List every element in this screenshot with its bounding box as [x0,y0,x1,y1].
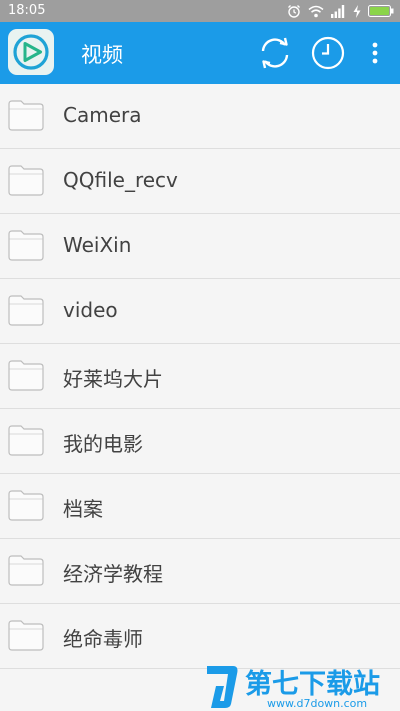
folder-item[interactable]: QQfile_recv [0,149,400,214]
app-bar: 视频 [0,22,400,84]
status-icons [287,3,394,19]
folder-name: 好莱坞大片 [63,367,163,391]
folder-name: 绝命毒师 [63,627,143,651]
folder-list: Camera QQfile_recv WeiXin video 好莱坞大片 我的… [0,84,400,669]
folder-icon [8,555,44,586]
more-menu-button[interactable] [364,35,386,71]
watermark-logo: 第七下载站 www.d7down.com [203,662,397,710]
folder-name: 档案 [63,497,103,521]
folder-item[interactable]: 我的电影 [0,409,400,474]
folder-item[interactable]: 好莱坞大片 [0,344,400,409]
folder-item[interactable]: 档案 [0,474,400,539]
clock-icon [311,36,345,70]
folder-icon [8,425,44,456]
folder-icon [8,100,44,131]
folder-name: video [63,298,118,322]
watermark-brand: 第七下载站 [245,668,380,700]
folder-icon [8,620,44,651]
folder-name: Camera [63,103,142,127]
watermark-url: www.d7down.com [267,697,367,710]
wifi-icon [308,5,324,18]
folder-item[interactable]: 经济学教程 [0,539,400,604]
page-title: 视频 [81,43,123,67]
folder-item[interactable]: WeiXin [0,214,400,279]
folder-icon [8,490,44,521]
alarm-icon [287,4,301,18]
folder-icon [8,165,44,196]
signal-icon [331,4,346,18]
folder-item[interactable]: Camera [0,84,400,149]
sync-button[interactable] [256,34,294,72]
battery-icon [368,5,394,17]
more-vert-icon [372,42,378,64]
folder-item[interactable]: video [0,279,400,344]
folder-icon [8,295,44,326]
charging-icon [353,4,361,18]
play-logo-icon [8,29,54,75]
folder-item[interactable]: 绝命毒师 [0,604,400,669]
status-time: 18:05 [8,3,46,18]
sync-icon [261,37,289,69]
folder-name: WeiXin [63,233,132,257]
history-button[interactable] [309,34,347,72]
status-bar: 18:05 [0,0,400,22]
folder-name: 我的电影 [63,432,143,456]
folder-icon [8,360,44,391]
folder-name: 经济学教程 [63,562,163,586]
folder-name: QQfile_recv [63,168,178,192]
folder-icon [8,230,44,261]
